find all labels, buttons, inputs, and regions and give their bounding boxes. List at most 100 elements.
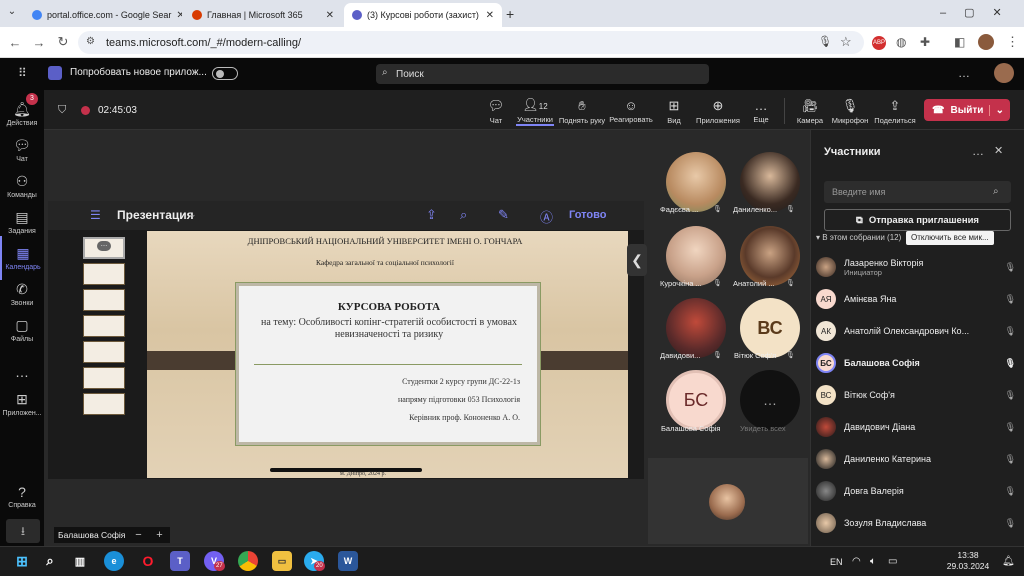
collapse-gallery-icon[interactable]: ❮ (627, 244, 647, 276)
done-button[interactable]: Готово (569, 209, 606, 221)
thumbnails-list-icon[interactable]: ☰ (90, 208, 101, 222)
notifications-icon[interactable]: 🔔︎ (1002, 556, 1015, 567)
slide-thumbnail[interactable] (83, 289, 125, 311)
slide-thumbnail[interactable] (83, 367, 125, 389)
view-button[interactable]: ⊞ Вид (662, 96, 686, 126)
teams-taskbar-icon[interactable]: T (170, 551, 190, 571)
opera-icon[interactable]: O (138, 551, 158, 571)
user-avatar[interactable] (994, 63, 1014, 83)
participant-row-speaking[interactable]: БС Балашова Софія 🎙︎ (816, 350, 1016, 376)
back-icon[interactable]: ← (6, 33, 24, 51)
microphone-button[interactable]: 🎙︎ Микрофон (830, 96, 870, 126)
camera-button[interactable]: 🎥︎ Камера (794, 96, 826, 126)
rail-files[interactable]: ▢ Файлы (0, 308, 44, 352)
send-invite-button[interactable]: ⧉ Отправка приглашения (824, 209, 1011, 231)
participant-row[interactable]: Зозуля Владислава 🎙︎ (816, 510, 1016, 536)
zoom-controls[interactable]: − + (128, 527, 170, 543)
zoom-out-icon[interactable]: − (135, 527, 141, 543)
leave-button[interactable]: ☎︎ Выйти ⌄ (924, 99, 1010, 121)
participant-video[interactable] (666, 298, 726, 358)
participant-row[interactable]: Довга Валерія 🎙︎ (816, 478, 1016, 504)
participant-row[interactable]: АЯ Амінєва Яна 🎙︎ (816, 286, 1016, 312)
share-upload-icon[interactable]: ⇪ (426, 207, 437, 223)
browser-tab-active[interactable]: (3) Курсові роботи (захист) ✕ (344, 3, 502, 27)
participant-video[interactable] (740, 152, 800, 212)
rail-apps[interactable]: ⊞ Приложен... (0, 382, 44, 426)
name-search-input[interactable]: Введите имя (824, 181, 1011, 203)
slide-thumbnail[interactable] (83, 341, 125, 363)
slide-thumbnail[interactable] (83, 393, 125, 415)
mic-icon[interactable]: 🎙 (818, 35, 832, 48)
volume-icon[interactable]: 🔈︎ (870, 556, 876, 567)
wifi-icon[interactable]: ◠ (852, 556, 861, 567)
raise-hand-button[interactable]: ✋︎ Поднять руку (558, 96, 606, 126)
clock[interactable]: 13:38 29.03.2024 (944, 550, 992, 572)
close-icon[interactable]: ✕ (994, 144, 1003, 157)
address-bar[interactable]: teams.microsoft.com/_#/modern-calling/ (78, 31, 864, 54)
shield-icon[interactable]: ⛉ (58, 104, 66, 117)
zoom-in-icon[interactable]: + (156, 527, 162, 543)
pen-icon[interactable]: ✎ (498, 207, 509, 223)
file-explorer-icon[interactable]: ▭ (272, 551, 292, 571)
chat-button[interactable]: 💬︎ Чат (484, 96, 508, 126)
see-all-button[interactable]: … (740, 370, 800, 430)
windows-start-icon[interactable]: ⊞ (12, 551, 32, 571)
site-info-icon[interactable]: ⚙ (86, 36, 95, 47)
profile-avatar[interactable] (978, 34, 994, 50)
more-icon[interactable]: … (958, 66, 970, 80)
download-icon[interactable]: ⭳ (6, 519, 40, 543)
language-indicator[interactable]: EN (830, 557, 843, 567)
browser-tab[interactable]: Главная | Microsoft 365 ✕ (184, 3, 342, 27)
slide-thumbnail[interactable] (83, 315, 125, 337)
word-icon[interactable]: W (338, 551, 358, 571)
participant-row[interactable]: Давидович Діана 🎙︎ (816, 414, 1016, 440)
share-button[interactable]: ⇪ Поделиться (872, 96, 918, 126)
search-icon[interactable]: ⌕ (40, 551, 60, 571)
rail-help[interactable]: ? Справка (0, 474, 44, 518)
more-button[interactable]: … Еще (748, 96, 774, 126)
browser-tab[interactable]: portal.office.com - Google Sear ✕ (24, 3, 182, 27)
participants-button[interactable]: 👤︎12 Участники (516, 96, 554, 126)
close-icon[interactable]: ✕ (326, 10, 334, 21)
close-icon[interactable]: ✕ (486, 10, 494, 21)
app-launcher-icon[interactable]: ⠿ (18, 66, 27, 80)
side-panel-icon[interactable]: ◧ (954, 35, 965, 49)
close-icon[interactable]: ✕ (176, 10, 182, 21)
tab-list-icon[interactable]: ⌄ (4, 6, 20, 22)
search-icon[interactable]: ⌕ (460, 207, 467, 223)
participant-video[interactable] (666, 152, 726, 212)
participant-row[interactable]: ВС Вітюк Соф'я 🎙︎ (816, 382, 1016, 408)
more-icon[interactable]: … (972, 144, 984, 158)
chevron-down-icon[interactable]: ⌄ (189, 209, 197, 220)
forward-icon[interactable]: → (30, 33, 48, 51)
participant-video[interactable] (666, 226, 726, 286)
edge-icon[interactable]: e (104, 551, 124, 571)
react-button[interactable]: ☺ Реагировать (608, 96, 654, 126)
chrome-icon[interactable] (238, 551, 258, 571)
extensions-puzzle-icon[interactable]: ✚ (920, 35, 930, 49)
task-view-icon[interactable]: ▥ (70, 551, 90, 571)
participant-row[interactable]: Лазаренко Вікторія Инициатор 🎙︎ (816, 254, 1016, 280)
slide-thumbnail[interactable] (83, 263, 125, 285)
search-input[interactable]: Поиск (376, 64, 709, 84)
new-tab-icon[interactable]: + (506, 6, 514, 22)
participant-video[interactable] (740, 226, 800, 286)
chevron-down-icon[interactable]: ⌄ (988, 104, 1010, 116)
participant-avatar[interactable]: ВС (740, 298, 800, 358)
browser-menu-icon[interactable]: ⋮ (1006, 34, 1019, 50)
participant-row[interactable]: Даниленко Катерина 🎙︎ (816, 446, 1016, 472)
apps-button[interactable]: ⊕ Приложения (694, 96, 742, 126)
try-new-teams-toggle[interactable] (212, 67, 238, 80)
participant-avatar-speaking[interactable]: БС (666, 370, 726, 430)
extension-globe-icon[interactable]: ◍ (896, 35, 906, 49)
adblock-icon[interactable]: ABP (872, 36, 886, 50)
section-header[interactable]: ▾ В этом собрании (12) (816, 233, 901, 242)
mute-all-button[interactable]: Отключить все мик... (906, 231, 994, 245)
participant-row[interactable]: АК Анатолій Олександрович Ко... 🎙︎ (816, 318, 1016, 344)
reload-icon[interactable]: ↻ (54, 33, 72, 51)
bookmark-star-icon[interactable]: ☆ (840, 34, 852, 50)
battery-icon[interactable]: ▭ (888, 556, 897, 567)
window-controls[interactable]: –▢✕ (940, 6, 1020, 19)
edit-circle-icon[interactable]: Ⓐ (540, 207, 553, 226)
more-icon[interactable]: … (97, 241, 111, 251)
